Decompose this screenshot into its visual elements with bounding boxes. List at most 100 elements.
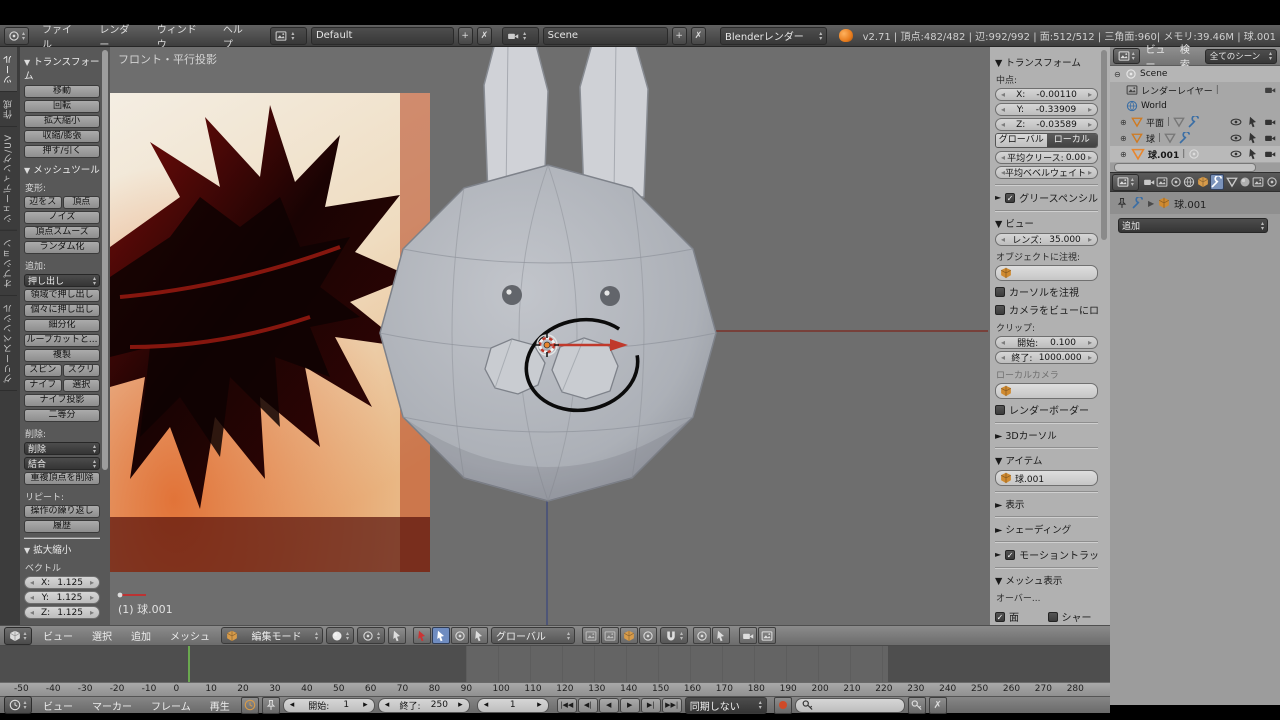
extrude-dropdown[interactable]: 押し出し▴▾ xyxy=(24,274,100,287)
lock-cursor-checkbox[interactable]: カーソルを注視 xyxy=(995,284,1098,299)
next-keyframe-button[interactable]: ▶| xyxy=(641,698,661,713)
tl-menu-frame[interactable]: フレーム xyxy=(143,696,199,715)
spin-button[interactable]: スピン xyxy=(24,364,62,377)
scale-x-field[interactable]: ◂X:1.125▸ xyxy=(24,576,100,589)
pivot-selector[interactable]: ▴▾ xyxy=(357,627,385,644)
view-panel-header[interactable]: ▼ ビュー xyxy=(995,216,1098,230)
grease-pencil-panel[interactable]: ►✓グリースペンシル xyxy=(995,190,1098,205)
outliner-scope-selector[interactable]: 全てのシーン▴▾ xyxy=(1205,49,1277,64)
tab-scene[interactable] xyxy=(1170,175,1182,189)
screen-layout-icon[interactable]: ▴▾ xyxy=(270,27,307,45)
scene-selector[interactable]: Scene xyxy=(543,27,668,45)
manipulator-toggle[interactable] xyxy=(413,627,431,644)
render-opengl-button[interactable] xyxy=(739,627,757,644)
remove-doubles-button[interactable]: 重複頂点を削除 xyxy=(24,472,100,485)
play-reverse-button[interactable]: ◀ xyxy=(599,698,619,713)
tab-object[interactable] xyxy=(1197,175,1209,189)
jump-to-end-button[interactable]: ▶▶| xyxy=(662,698,682,713)
orientation-selector[interactable]: グローバル▴▾ xyxy=(491,627,575,644)
tab-material[interactable] xyxy=(1239,175,1251,189)
lock-range-toggle[interactable] xyxy=(262,697,280,714)
screw-button[interactable]: スクリ xyxy=(63,364,101,377)
item-panel-header[interactable]: ▼ アイテム xyxy=(995,453,1098,467)
layer-toggle-2[interactable] xyxy=(601,627,619,644)
tl-menu-playback[interactable]: 再生 xyxy=(202,696,238,715)
faces-checkbox[interactable]: ✓面 xyxy=(995,609,1046,624)
tab-options[interactable]: オプション xyxy=(0,231,17,296)
item-name-field[interactable]: 球.001 xyxy=(995,470,1098,486)
v3d-menu-mesh[interactable]: メッシュ xyxy=(162,626,218,645)
knife-button[interactable]: ナイフ xyxy=(24,379,62,392)
tab-tools[interactable]: ツール xyxy=(0,47,17,92)
operator-panel-header[interactable]: ▼ 拡大縮小 xyxy=(24,542,100,556)
translate-button[interactable]: 移動 xyxy=(24,85,100,98)
timeline-canvas[interactable] xyxy=(0,646,1110,682)
editor-type-timeline-button[interactable]: ▴▾ xyxy=(4,696,32,714)
scale-button[interactable]: 拡大縮小 xyxy=(24,115,100,128)
outliner-row-sphere001[interactable]: ⊕球.001| xyxy=(1110,146,1280,162)
manipulator-scale-toggle[interactable] xyxy=(470,627,488,644)
history-button[interactable]: 履歴 xyxy=(24,520,100,533)
tab-texture[interactable] xyxy=(1252,175,1264,189)
scale-y-field[interactable]: ◂Y:1.125▸ xyxy=(24,591,100,604)
add-modifier-dropdown[interactable]: 追加▴▾ xyxy=(1118,218,1268,233)
tab-world[interactable] xyxy=(1183,175,1195,189)
frame-end-field[interactable]: ◂終了:250▸ xyxy=(378,698,470,713)
tab-render[interactable] xyxy=(1143,175,1155,189)
lock-toggle[interactable] xyxy=(620,627,638,644)
panel-header-transform[interactable]: ▼ トランスフォーム xyxy=(24,54,100,82)
outliner-row-plane[interactable]: ⊕平面| xyxy=(1110,114,1280,130)
snap-selector[interactable]: ▴▾ xyxy=(660,627,688,644)
render-engine-selector[interactable]: Blenderレンダー▴▾ xyxy=(720,27,827,45)
cursor3d-panel-header[interactable]: ► 3Dカーソル xyxy=(995,428,1098,442)
median-crease-field[interactable]: ◂平均クリース:0.00▸ xyxy=(995,151,1098,164)
snap-element-button[interactable] xyxy=(693,627,711,644)
extrude-individual-button[interactable]: 個々に押し出し xyxy=(24,304,100,317)
lock-camera-checkbox[interactable]: カメラをビューにロ... xyxy=(995,302,1098,317)
vertex-slide-button[interactable]: 頂点 xyxy=(63,196,101,209)
current-frame-field[interactable]: ◂1▸ xyxy=(477,698,549,713)
smooth-vertex-button[interactable]: 頂点スムーズ xyxy=(24,226,100,239)
add-scene-button[interactable]: + xyxy=(672,27,687,45)
knife-project-button[interactable]: ナイフ投影 xyxy=(24,394,100,407)
tab-modifiers[interactable] xyxy=(1210,174,1224,190)
outliner-row-render-layer[interactable]: レンダーレイヤー| xyxy=(1110,82,1280,98)
close-scene-button[interactable]: ✗ xyxy=(691,27,706,45)
outliner-row-world[interactable]: World xyxy=(1110,98,1280,114)
tab-render-layers[interactable] xyxy=(1156,175,1168,189)
merge-dropdown[interactable]: 結合▴▾ xyxy=(24,457,100,470)
manipulator-translate-toggle[interactable] xyxy=(432,627,450,644)
editor-type-info-button[interactable]: ▴▾ xyxy=(4,27,29,45)
noise-button[interactable]: ノイズ xyxy=(24,211,100,224)
v3d-menu-select[interactable]: 選択 xyxy=(84,626,120,645)
lens-field[interactable]: ◂レンズ:35.000▸ xyxy=(995,233,1098,246)
render-opengl-anim-button[interactable] xyxy=(758,627,776,644)
npanel-transform-header[interactable]: ▼ トランスフォーム xyxy=(995,55,1098,69)
toolshelf-scrollbar[interactable] xyxy=(102,50,108,470)
v3d-menu-view[interactable]: ビュー xyxy=(35,626,81,645)
npanel-scrollbar[interactable] xyxy=(1101,50,1107,240)
outliner-row-scene[interactable]: ⊖Scene xyxy=(1110,66,1280,82)
auto-keyframe-button[interactable] xyxy=(774,697,792,714)
delete-dropdown[interactable]: 削除▴▾ xyxy=(24,442,100,455)
scene-icon[interactable]: ▴▾ xyxy=(502,27,539,45)
push-pull-button[interactable]: 押す/引く xyxy=(24,145,100,158)
tab-data[interactable] xyxy=(1225,175,1237,189)
mesh-display-panel-header[interactable]: ▼ メッシュ表示 xyxy=(995,573,1098,587)
loopcut-button[interactable]: ループカットと... xyxy=(24,334,100,347)
outliner-scrollbar[interactable] xyxy=(1114,163,1256,172)
timeline-playhead[interactable] xyxy=(188,646,190,682)
tab-create[interactable]: 作成 xyxy=(0,92,17,127)
v3d-menu-add[interactable]: 追加 xyxy=(123,626,159,645)
panel-header-meshtools[interactable]: ▼ メッシュツール xyxy=(24,162,100,176)
rotate-button[interactable]: 回転 xyxy=(24,100,100,113)
sharp-checkbox[interactable]: シャー xyxy=(1048,609,1099,624)
local-toggle[interactable]: ローカル xyxy=(1047,134,1098,147)
prev-keyframe-button[interactable]: ◀| xyxy=(578,698,598,713)
preview-range-toggle[interactable] xyxy=(241,697,259,714)
display-panel-header[interactable]: ► 表示 xyxy=(995,497,1098,511)
editor-type-outliner-button[interactable]: ▴▾ xyxy=(1113,48,1140,64)
tab-shading-uv[interactable]: シェーディング/UV xyxy=(0,127,17,231)
proportional-edit-toggle[interactable] xyxy=(639,627,657,644)
play-button[interactable]: ▶ xyxy=(620,698,640,713)
